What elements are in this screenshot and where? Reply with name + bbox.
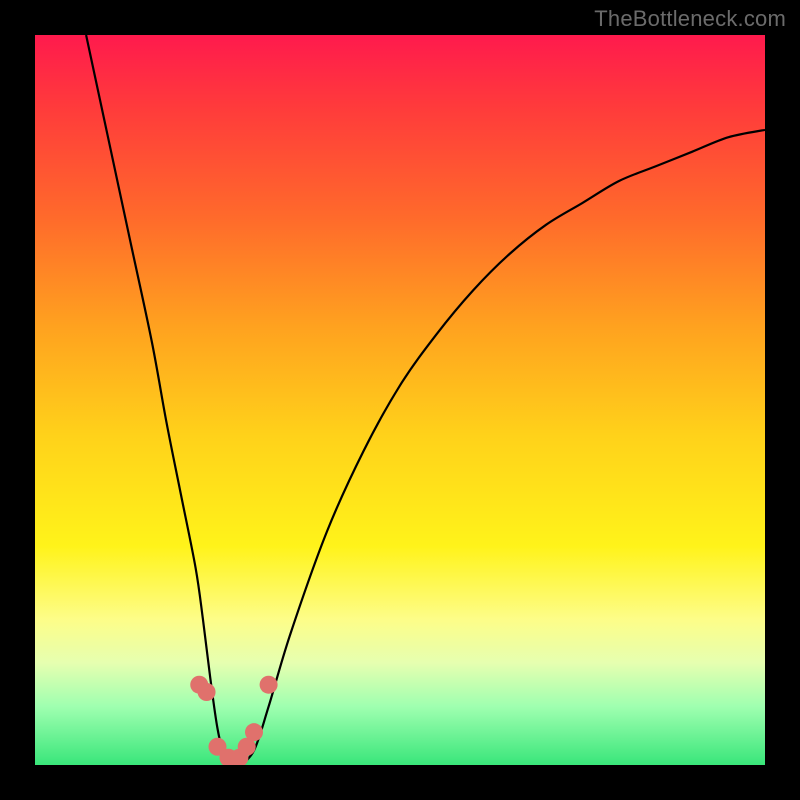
chart-frame: TheBottleneck.com: [0, 0, 800, 800]
marker-dot: [245, 723, 263, 741]
marker-dot: [198, 683, 216, 701]
bottleneck-curve: [86, 35, 765, 765]
plot-area: [35, 35, 765, 765]
curve-svg: [35, 35, 765, 765]
watermark-text: TheBottleneck.com: [594, 6, 786, 32]
marker-dot: [260, 676, 278, 694]
